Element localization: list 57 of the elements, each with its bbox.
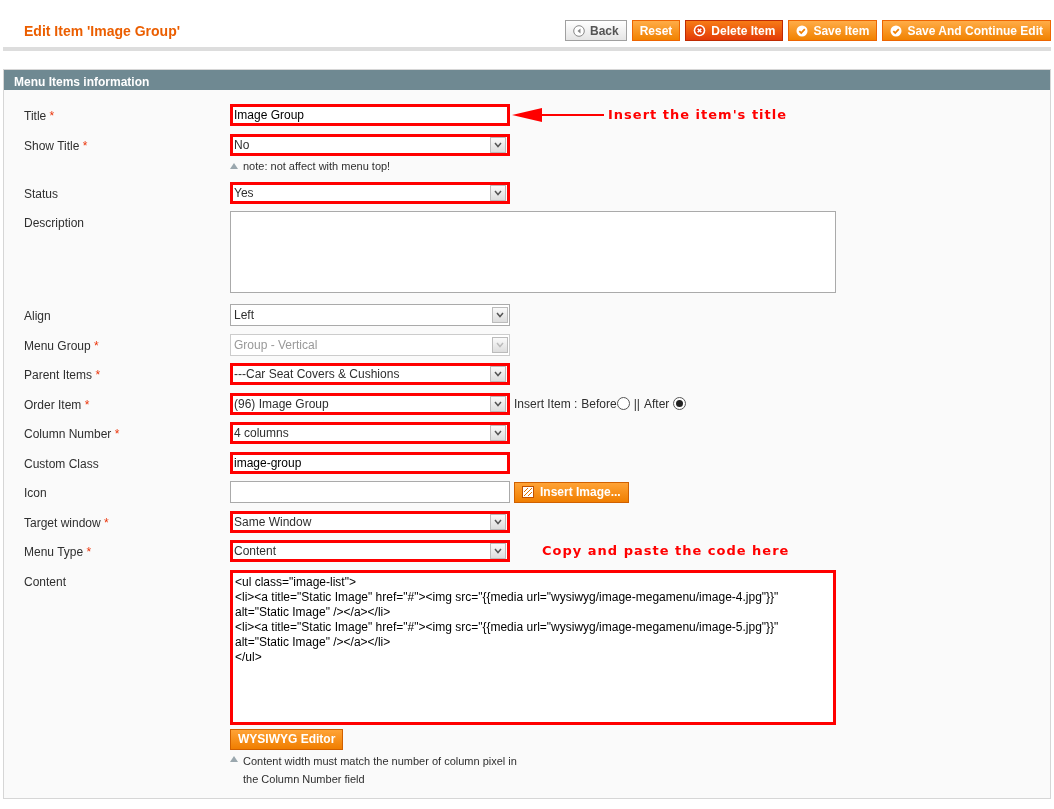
annotation-text: Copy and paste the code here: [542, 542, 790, 561]
chevron-down-icon: [494, 430, 502, 436]
field-label: Menu Type *: [24, 544, 93, 561]
chevron-down-icon: [494, 371, 502, 377]
field-label: Menu Group *: [24, 337, 100, 355]
field-label: Description: [24, 215, 86, 232]
text-field[interactable]: [230, 481, 510, 503]
field-label: Parent Items *: [24, 367, 102, 384]
chevron-down-icon: [494, 518, 502, 525]
field-label: Order Item *: [24, 396, 91, 414]
note-icon: [230, 162, 238, 169]
field-label: Align: [24, 308, 52, 325]
field-label: Title *: [24, 108, 56, 125]
image-icon: [522, 486, 534, 498]
field-label: Show Title *: [24, 137, 89, 155]
text-field[interactable]: Image Group: [230, 104, 510, 126]
chevron-down-icon: [494, 189, 502, 196]
close-icon: [693, 24, 707, 37]
note-icon: [230, 755, 238, 762]
field-note: note: not affect with menu top!: [243, 158, 391, 174]
content-editor[interactable]: <ul class="image-list"> <li><a title="Static Image" href="#"><img src="{{media url="wysiwyg/image-megamenu/image-4.jpg"}}" alt="Static Image" /></a></li> <li><a title="Static Image" href="#"><img src="{{media url="wysiwyg/image-megamenu/image-5.jpg"}}" alt="Static Image" /></a></li> </ul>: [230, 569, 836, 725]
chevron-down-icon: [496, 341, 504, 348]
field-label: Column Number *: [24, 426, 121, 443]
annotation-text: Insert the item's title: [608, 106, 788, 125]
description-field[interactable]: [230, 211, 836, 293]
field-note: Content width must match the number of column pixel in the Column Number field: [243, 753, 517, 787]
section-header: Menu Items information: [4, 70, 1050, 90]
field-label: Icon: [24, 485, 48, 502]
select-field[interactable]: ---Car Seat Covers & Cushions: [230, 363, 510, 385]
select-field[interactable]: No: [230, 133, 510, 156]
radio-label: Before: [581, 395, 617, 413]
check-icon: [796, 24, 809, 37]
field-label: Target window *: [24, 514, 110, 532]
select-field[interactable]: Left: [230, 304, 510, 326]
select-field[interactable]: Yes: [230, 181, 510, 204]
delete-button[interactable]: Delete Item: [685, 20, 784, 41]
select-field[interactable]: 4 columns: [230, 422, 510, 444]
back-button[interactable]: Back: [565, 20, 627, 41]
text-field[interactable]: image-group: [230, 451, 510, 474]
select-field[interactable]: Content: [230, 540, 510, 562]
select-field[interactable]: (96) Image Group: [230, 392, 510, 415]
radio-label: After: [643, 395, 670, 413]
chevron-down-icon: [494, 548, 502, 554]
chevron-down-icon: [496, 312, 504, 318]
radio-button[interactable]: [616, 397, 630, 410]
insert-position-label: Insert Item :: [514, 395, 578, 413]
chevron-down-icon: [494, 400, 502, 407]
select-field: Group - Vertical: [230, 333, 510, 356]
field-label: Custom Class: [24, 455, 100, 473]
separator-text: ||: [633, 395, 640, 413]
chevron-down-icon: [494, 141, 502, 148]
page-title: Edit Item 'Image Group': [24, 22, 180, 41]
radio-button[interactable]: [673, 397, 687, 410]
field-label: Content: [24, 573, 68, 591]
check-icon: [890, 24, 903, 37]
field-label: Status: [24, 185, 60, 203]
select-field[interactable]: Same Window: [230, 510, 510, 533]
